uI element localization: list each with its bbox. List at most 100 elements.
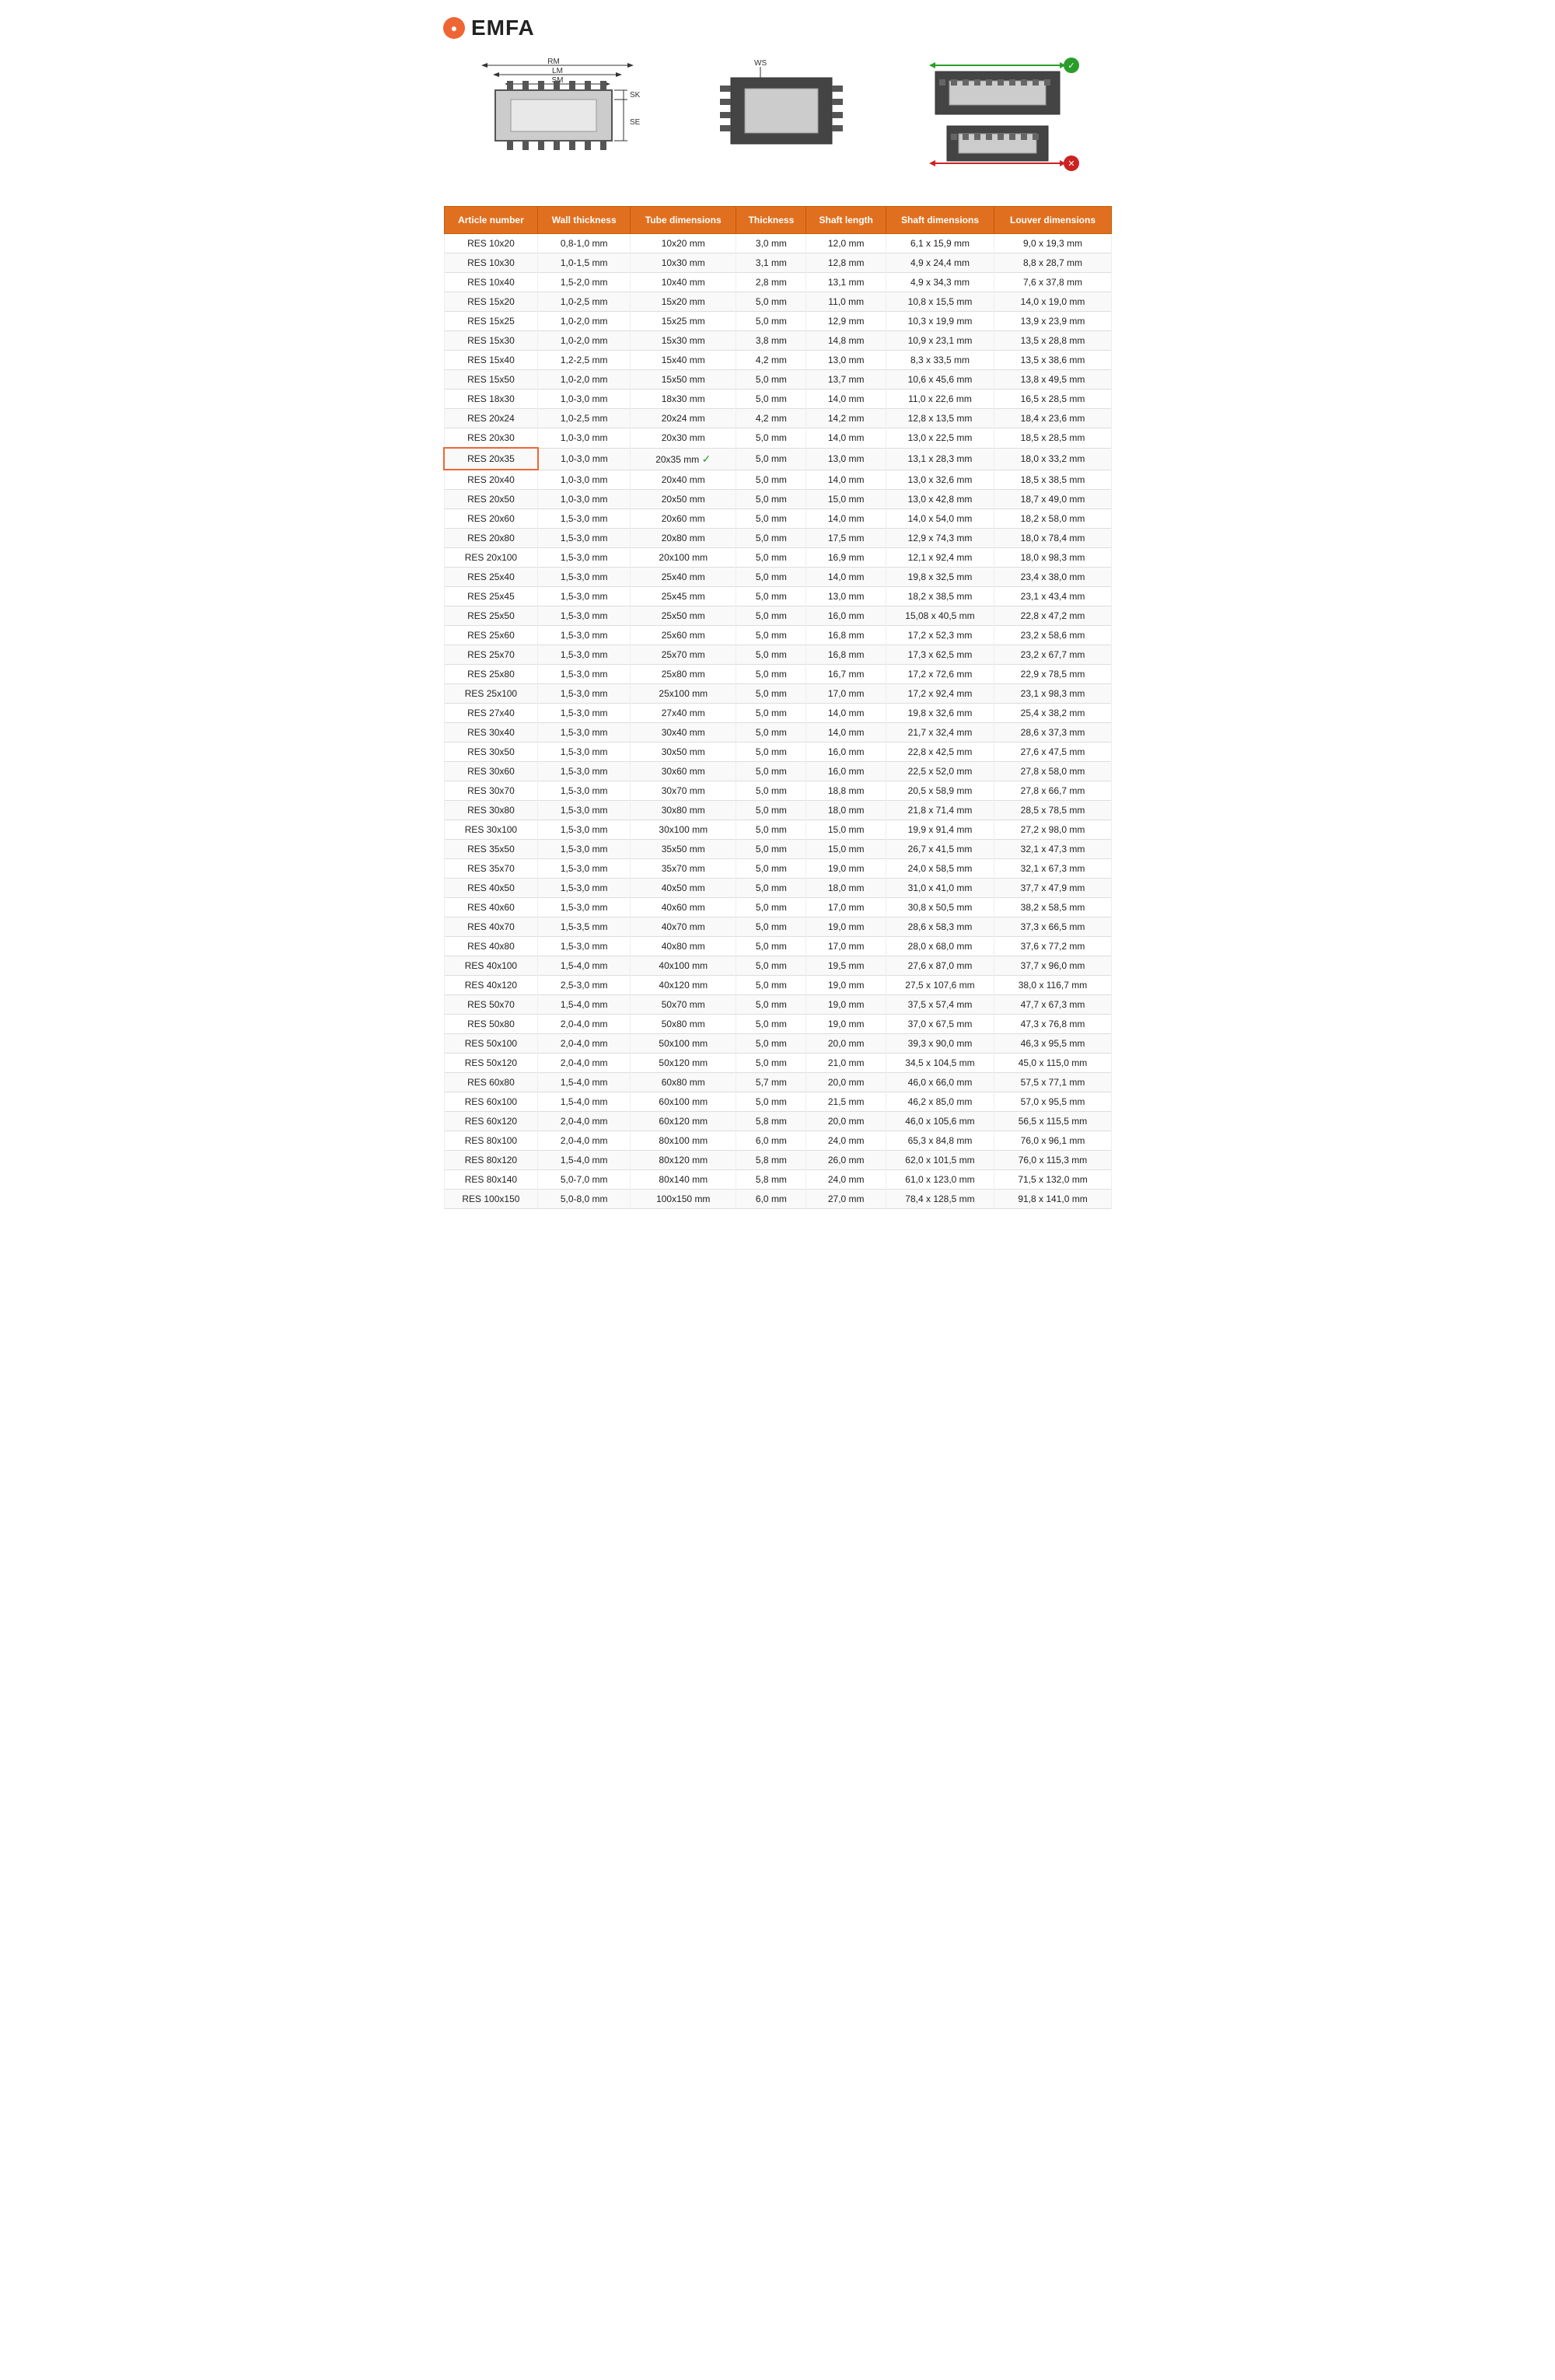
table-cell: 61,0 x 123,0 mm (886, 1170, 994, 1190)
table-cell: 32,1 x 47,3 mm (994, 840, 1112, 859)
table-cell: 1,5-3,0 mm (538, 606, 631, 626)
table-cell: 13,0 x 32,6 mm (886, 470, 994, 490)
table-cell: 1,5-3,0 mm (538, 645, 631, 665)
table-cell: 30x60 mm (631, 762, 736, 781)
diagram-fit: ✓ ✕ (928, 56, 1083, 183)
table-row: RES 25x701,5-3,0 mm25x70 mm5,0 mm16,8 mm… (444, 645, 1112, 665)
table-cell: 71,5 x 132,0 mm (994, 1170, 1112, 1190)
table-cell: 80x140 mm (631, 1170, 736, 1190)
table-cell: 57,0 x 95,5 mm (994, 1092, 1112, 1112)
table-cell: 15,0 mm (806, 490, 886, 509)
table-cell: 5,0 mm (736, 370, 806, 390)
table-cell: 17,0 mm (806, 937, 886, 956)
table-row: RES 40x501,5-3,0 mm40x50 mm5,0 mm18,0 mm… (444, 879, 1112, 898)
table-row: RES 30x501,5-3,0 mm30x50 mm5,0 mm16,0 mm… (444, 743, 1112, 762)
table-cell: RES 100x150 (444, 1190, 538, 1209)
table-cell: 5,8 mm (736, 1112, 806, 1131)
table-cell: 24,0 mm (806, 1170, 886, 1190)
table-cell: 4,9 x 34,3 mm (886, 273, 994, 292)
table-cell: 14,0 mm (806, 428, 886, 449)
table-cell: 11,0 x 22,6 mm (886, 390, 994, 409)
table-cell: 13,0 mm (806, 351, 886, 370)
table-row: RES 30x401,5-3,0 mm30x40 mm5,0 mm14,0 mm… (444, 723, 1112, 743)
table-cell: 20x30 mm (631, 428, 736, 449)
table-cell: 12,8 x 13,5 mm (886, 409, 994, 428)
col-article-number: Article number (444, 207, 538, 234)
table-cell: 80x120 mm (631, 1151, 736, 1170)
table-row: RES 10x200,8-1,0 mm10x20 mm3,0 mm12,0 mm… (444, 234, 1112, 253)
table-cell: 37,0 x 67,5 mm (886, 1015, 994, 1034)
table-row: RES 30x701,5-3,0 mm30x70 mm5,0 mm18,8 mm… (444, 781, 1112, 801)
table-row: RES 18x301,0-3,0 mm18x30 mm5,0 mm14,0 mm… (444, 390, 1112, 409)
table-cell: 5,0 mm (736, 529, 806, 548)
table-cell: 15,08 x 40,5 mm (886, 606, 994, 626)
page: ● EMFA RM LM SM (428, 0, 1127, 1225)
table-cell: RES 50x70 (444, 995, 538, 1015)
table-cell: 1,5-4,0 mm (538, 956, 631, 976)
table-cell: 19,0 mm (806, 859, 886, 879)
table-cell: 6,0 mm (736, 1190, 806, 1209)
table-cell: 20x60 mm (631, 509, 736, 529)
table-cell: 27,6 x 47,5 mm (994, 743, 1112, 762)
table-row: RES 15x301,0-2,0 mm15x30 mm3,8 mm14,8 mm… (444, 331, 1112, 351)
table-cell: 56,5 x 115,5 mm (994, 1112, 1112, 1131)
table-cell: 5,0 mm (736, 684, 806, 704)
table-cell: 13,0 x 42,8 mm (886, 490, 994, 509)
table-cell: 14,0 mm (806, 723, 886, 743)
table-cell: 12,0 mm (806, 234, 886, 253)
table-cell: 8,3 x 33,5 mm (886, 351, 994, 370)
table-cell: 15x20 mm (631, 292, 736, 312)
table-cell: 13,5 x 38,6 mm (994, 351, 1112, 370)
col-shaft-length: Shaft length (806, 207, 886, 234)
table-row: RES 20x401,0-3,0 mm20x40 mm5,0 mm14,0 mm… (444, 470, 1112, 490)
table-cell: 1,5-3,0 mm (538, 529, 631, 548)
table-row: RES 80x1201,5-4,0 mm80x120 mm5,8 mm26,0 … (444, 1151, 1112, 1170)
table-cell: 40x50 mm (631, 879, 736, 898)
table-cell: 28,6 x 58,3 mm (886, 917, 994, 937)
table-header-row: Article number Wall thickness Tube dimen… (444, 207, 1112, 234)
col-tube-dimensions: Tube dimensions (631, 207, 736, 234)
table-cell: 40x120 mm (631, 976, 736, 995)
table-cell: 7,6 x 37,8 mm (994, 273, 1112, 292)
table-cell: RES 35x70 (444, 859, 538, 879)
table-cell: RES 25x60 (444, 626, 538, 645)
table-cell: 1,2-2,5 mm (538, 351, 631, 370)
table-cell: 30x80 mm (631, 801, 736, 820)
table-cell: 23,4 x 38,0 mm (994, 568, 1112, 587)
table-cell: 50x100 mm (631, 1034, 736, 1054)
table-cell: 2,8 mm (736, 273, 806, 292)
table-cell: 19,8 x 32,6 mm (886, 704, 994, 723)
table-cell: 30x40 mm (631, 723, 736, 743)
table-cell: 5,0 mm (736, 448, 806, 470)
table-cell: 1,5-3,0 mm (538, 879, 631, 898)
table-cell: 2,5-3,0 mm (538, 976, 631, 995)
table-cell: RES 40x50 (444, 879, 538, 898)
table-cell: 60x80 mm (631, 1073, 736, 1092)
table-cell: 14,0 mm (806, 704, 886, 723)
table-cell: 24,0 x 58,5 mm (886, 859, 994, 879)
table-cell: 78,4 x 128,5 mm (886, 1190, 994, 1209)
table-row: RES 50x701,5-4,0 mm50x70 mm5,0 mm19,0 mm… (444, 995, 1112, 1015)
table-cell: 40x60 mm (631, 898, 736, 917)
table-cell: 4,9 x 24,4 mm (886, 253, 994, 273)
table-cell: 19,0 mm (806, 917, 886, 937)
table-cell: 60x120 mm (631, 1112, 736, 1131)
table-cell: 16,8 mm (806, 645, 886, 665)
table-cell: 17,2 x 92,4 mm (886, 684, 994, 704)
table-cell: 16,9 mm (806, 548, 886, 568)
table-cell: 22,5 x 52,0 mm (886, 762, 994, 781)
table-row: RES 15x251,0-2,0 mm15x25 mm5,0 mm12,9 mm… (444, 312, 1112, 331)
table-cell: 5,0 mm (736, 956, 806, 976)
table-cell: 18,0 mm (806, 801, 886, 820)
table-cell: 35x50 mm (631, 840, 736, 859)
table-row: RES 35x701,5-3,0 mm35x70 mm5,0 mm19,0 mm… (444, 859, 1112, 879)
table-cell: 5,0 mm (736, 762, 806, 781)
logo-icon: ● (443, 17, 465, 39)
table-cell: 14,0 x 19,0 mm (994, 292, 1112, 312)
diagram-side-view: WS (715, 56, 855, 175)
table-cell: 37,7 x 96,0 mm (994, 956, 1112, 976)
table-cell: 5,8 mm (736, 1151, 806, 1170)
col-shaft-dimensions: Shaft dimensions (886, 207, 994, 234)
table-cell: 14,0 mm (806, 470, 886, 490)
table-cell: RES 20x35 (444, 448, 538, 470)
